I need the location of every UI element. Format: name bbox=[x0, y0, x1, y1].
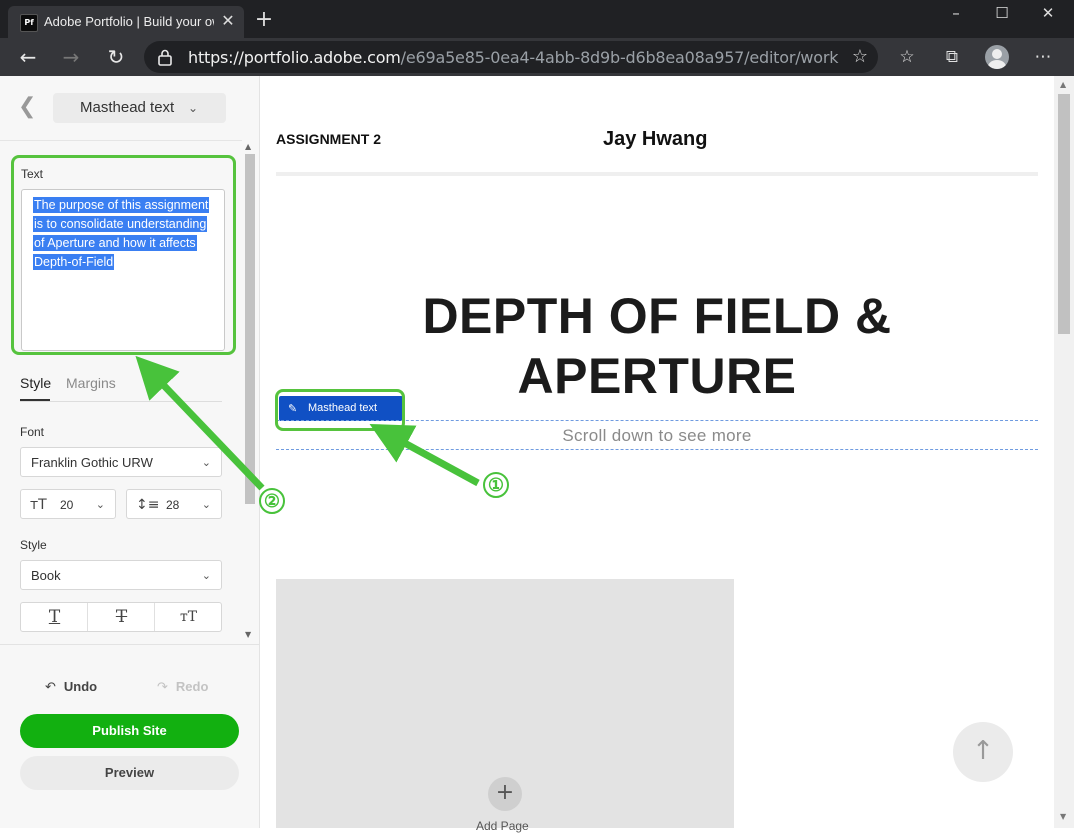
url-host: https://portfolio.adobe.com bbox=[188, 48, 401, 67]
scroll-down-icon[interactable]: ▼ bbox=[245, 630, 251, 639]
scroll-thumb[interactable] bbox=[1058, 94, 1070, 334]
star-icon[interactable]: ☆ bbox=[852, 46, 868, 67]
preview-button[interactable]: Preview bbox=[20, 756, 239, 790]
annotation-marker-1: ① bbox=[483, 472, 509, 498]
chevron-down-icon: ⌄ bbox=[95, 498, 105, 511]
undo-icon: ↶ bbox=[45, 680, 56, 695]
panel-scrollbar[interactable]: ▲ ▼ bbox=[243, 140, 257, 644]
annotation-highlight-masthead-tag bbox=[275, 389, 405, 431]
header-divider bbox=[276, 172, 1038, 176]
undo-label: Undo bbox=[63, 679, 98, 694]
chevron-down-icon: ⌄ bbox=[187, 101, 198, 115]
text-decoration-group: T T ᴛT bbox=[20, 602, 222, 632]
browser-tab[interactable]: Pf Adobe Portfolio | Build your own ✕ bbox=[8, 6, 244, 38]
tab-margins[interactable]: Margins bbox=[66, 375, 116, 391]
line-height-value: 28 bbox=[166, 498, 180, 512]
small-caps-icon[interactable]: ᴛT bbox=[155, 603, 222, 631]
underline-icon[interactable]: T bbox=[21, 603, 88, 631]
profile-icon[interactable] bbox=[985, 45, 1009, 69]
font-value: Franklin Gothic URW bbox=[31, 455, 153, 470]
annotation-highlight-textbox bbox=[11, 155, 236, 355]
scroll-to-top-button[interactable]: ↑ bbox=[953, 722, 1013, 782]
favorites-icon[interactable]: ☆ bbox=[894, 44, 920, 70]
masthead-title-line: DEPTH OF FIELD & bbox=[422, 288, 892, 344]
font-select[interactable]: Franklin Gothic URW ⌄ bbox=[20, 447, 222, 477]
url-text: https://portfolio.adobe.com/e69a5e85-0ea… bbox=[188, 48, 839, 67]
browser-titlebar: Pf Adobe Portfolio | Build your own ✕ + … bbox=[0, 0, 1074, 38]
selection-outline-bottom bbox=[276, 449, 1038, 450]
chevron-left-icon[interactable]: ❮ bbox=[18, 94, 36, 119]
tab-rule bbox=[20, 401, 222, 402]
more-icon[interactable]: ⋯ bbox=[1030, 44, 1056, 70]
scroll-up-icon[interactable]: ▲ bbox=[245, 142, 251, 151]
scroll-up-icon[interactable]: ▲ bbox=[1060, 80, 1066, 89]
line-height-select[interactable]: ↕≡ 28 ⌄ bbox=[126, 489, 222, 519]
publish-site-button[interactable]: Publish Site bbox=[20, 714, 239, 748]
add-page-label[interactable]: Add Page bbox=[476, 819, 529, 833]
tab-title: Adobe Portfolio | Build your own bbox=[44, 14, 214, 29]
undo-button[interactable]: ↶ Undo bbox=[45, 679, 97, 695]
redo-label: Redo bbox=[175, 679, 209, 694]
divider bbox=[0, 140, 242, 141]
style-label: Style bbox=[20, 538, 47, 552]
strikethrough-icon[interactable]: T bbox=[88, 603, 155, 631]
forward-arrow-icon[interactable]: → bbox=[57, 43, 85, 71]
scroll-down-icon[interactable]: ▼ bbox=[1060, 812, 1066, 821]
font-size-icon: ᴛT bbox=[30, 497, 47, 513]
style-select[interactable]: Book ⌄ bbox=[20, 560, 222, 590]
font-label: Font bbox=[20, 425, 45, 439]
url-path: /e69a5e85-0ea4-4abb-8d9b-d6b8ea08a957/ed… bbox=[400, 48, 839, 67]
page-scrollbar[interactable]: ▲ ▼ bbox=[1054, 76, 1074, 828]
lock-icon bbox=[158, 49, 172, 66]
tab-style[interactable]: Style bbox=[20, 375, 51, 391]
window-close-button[interactable]: ✕ bbox=[1025, 0, 1071, 30]
redo-icon: ↷ bbox=[157, 680, 168, 695]
project-placeholder-tile[interactable]: + Add Page bbox=[276, 579, 734, 833]
portfolio-favicon-icon: Pf bbox=[20, 14, 38, 32]
new-tab-button[interactable]: + bbox=[252, 8, 276, 32]
section-dropdown-label: Masthead text bbox=[80, 99, 175, 116]
maximize-button[interactable]: ☐ bbox=[979, 0, 1025, 30]
refresh-icon[interactable]: ↻ bbox=[102, 43, 130, 71]
address-bar[interactable]: https://portfolio.adobe.com/e69a5e85-0ea… bbox=[144, 41, 878, 73]
page-canvas: ASSIGNMENT 2 Jay Hwang DEPTH OF FIELD & … bbox=[260, 76, 1054, 833]
divider bbox=[0, 644, 259, 645]
site-owner-name[interactable]: Jay Hwang bbox=[603, 128, 707, 151]
back-arrow-icon[interactable]: ← bbox=[14, 43, 42, 71]
redo-button[interactable]: ↷ Redo bbox=[157, 679, 208, 695]
section-dropdown[interactable]: Masthead text ⌄ bbox=[53, 93, 226, 123]
collections-icon[interactable]: ⧉ bbox=[939, 44, 965, 70]
line-height-icon: ↕≡ bbox=[136, 497, 160, 513]
chevron-down-icon: ⌄ bbox=[201, 569, 211, 582]
active-tab-indicator bbox=[20, 399, 50, 401]
scroll-thumb[interactable] bbox=[245, 154, 255, 504]
chevron-down-icon: ⌄ bbox=[201, 498, 211, 511]
masthead-title[interactable]: DEPTH OF FIELD & APERTURE bbox=[276, 286, 1038, 406]
style-value: Book bbox=[31, 568, 61, 583]
add-page-plus-icon[interactable]: + bbox=[488, 777, 522, 811]
chevron-down-icon: ⌄ bbox=[201, 456, 211, 469]
font-size-select[interactable]: ᴛT 20 ⌄ bbox=[20, 489, 116, 519]
annotation-marker-2: ② bbox=[259, 488, 285, 514]
browser-toolbar: ← → ↻ https://portfolio.adobe.com/e69a5e… bbox=[0, 38, 1074, 76]
minimize-button[interactable]: – bbox=[933, 0, 979, 30]
font-size-value: 20 bbox=[60, 498, 74, 512]
tab-close-icon[interactable]: ✕ bbox=[218, 11, 238, 31]
site-nav-title[interactable]: ASSIGNMENT 2 bbox=[276, 131, 381, 147]
